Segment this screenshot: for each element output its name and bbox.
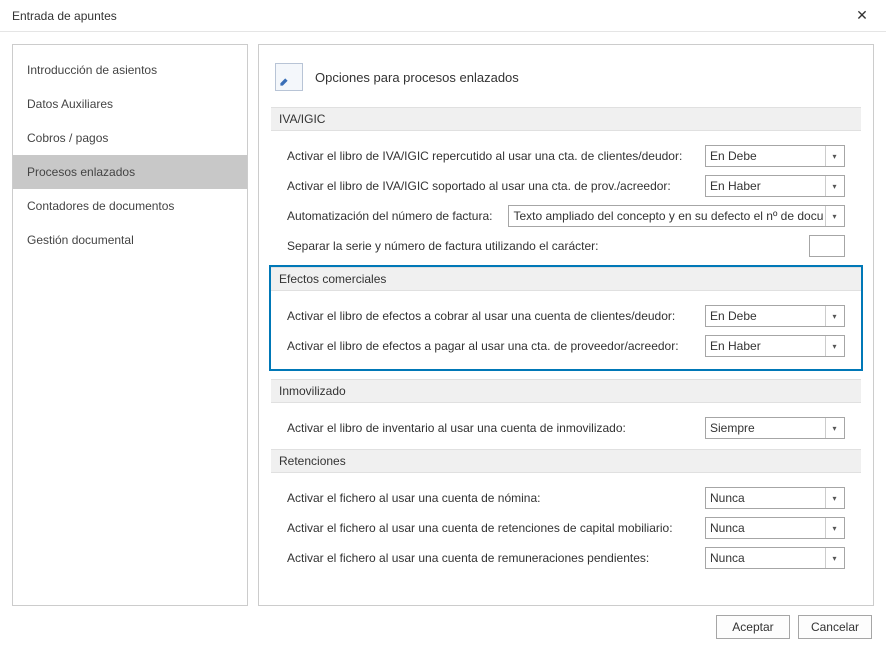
- close-icon: ✕: [856, 7, 868, 24]
- button-label: Aceptar: [732, 620, 773, 634]
- accept-button[interactable]: Aceptar: [716, 615, 790, 639]
- row-iva-auto: Automatización del número de factura: Te…: [275, 201, 857, 231]
- chevron-down-icon: ▾: [825, 176, 843, 196]
- label: Activar el libro de efectos a pagar al u…: [287, 339, 695, 353]
- combo-text: Nunca: [710, 521, 825, 535]
- sidebar-item-introduccion[interactable]: Introducción de asientos: [13, 53, 247, 87]
- section-retenciones: Retenciones Activar el fichero al usar u…: [275, 449, 857, 573]
- sidebar-item-label: Datos Auxiliares: [27, 97, 113, 111]
- combo-text: En Debe: [710, 149, 825, 163]
- page-title: Opciones para procesos enlazados: [315, 70, 519, 85]
- row-ret-capital: Activar el fichero al usar una cuenta de…: [275, 513, 857, 543]
- page-icon: [275, 63, 303, 91]
- label: Activar el fichero al usar una cuenta de…: [287, 491, 695, 505]
- combo-iva-auto[interactable]: Texto ampliado del concepto y en su defe…: [508, 205, 845, 227]
- combo-ret-nomina[interactable]: Nunca ▾: [705, 487, 845, 509]
- sidebar-item-cobros-pagos[interactable]: Cobros / pagos: [13, 121, 247, 155]
- combo-text: En Debe: [710, 309, 825, 323]
- sidebar-item-label: Contadores de documentos: [27, 199, 174, 213]
- section-iva: IVA/IGIC Activar el libro de IVA/IGIC re…: [275, 107, 857, 261]
- input[interactable]: [814, 238, 840, 254]
- combo-text: En Haber: [710, 339, 825, 353]
- sidebar-item-label: Introducción de asientos: [27, 63, 157, 77]
- section-header-efectos: Efectos comerciales: [271, 267, 861, 291]
- sidebar-item-label: Procesos enlazados: [27, 165, 135, 179]
- section-header-retenciones: Retenciones: [271, 449, 861, 473]
- chevron-down-icon: ▾: [825, 206, 843, 226]
- main-panel: Opciones para procesos enlazados IVA/IGI…: [258, 44, 874, 606]
- sidebar-item-contadores[interactable]: Contadores de documentos: [13, 189, 247, 223]
- combo-iva-soportado[interactable]: En Haber ▾: [705, 175, 845, 197]
- label: Activar el fichero al usar una cuenta de…: [287, 521, 695, 535]
- cancel-button[interactable]: Cancelar: [798, 615, 872, 639]
- button-label: Cancelar: [811, 620, 859, 634]
- sidebar-item-label: Cobros / pagos: [27, 131, 108, 145]
- row-iva-repercutido: Activar el libro de IVA/IGIC repercutido…: [275, 141, 857, 171]
- chevron-down-icon: ▾: [825, 488, 843, 508]
- label: Activar el libro de efectos a cobrar al …: [287, 309, 695, 323]
- combo-ret-capital[interactable]: Nunca ▾: [705, 517, 845, 539]
- combo-text: Siempre: [710, 421, 825, 435]
- close-button[interactable]: ✕: [846, 0, 878, 32]
- label: Activar el libro de IVA/IGIC repercutido…: [287, 149, 695, 163]
- section-header-inmovilizado: Inmovilizado: [271, 379, 861, 403]
- combo-text: Texto ampliado del concepto y en su defe…: [513, 209, 825, 223]
- chevron-down-icon: ▾: [825, 146, 843, 166]
- chevron-down-icon: ▾: [825, 306, 843, 326]
- label: Activar el fichero al usar una cuenta de…: [287, 551, 695, 565]
- combo-efectos-pagar[interactable]: En Haber ▾: [705, 335, 845, 357]
- input-separar-caracter[interactable]: [809, 235, 845, 257]
- row-inventario: Activar el libro de inventario al usar u…: [275, 413, 857, 443]
- sidebar-item-procesos-enlazados[interactable]: Procesos enlazados: [13, 155, 247, 189]
- combo-iva-repercutido[interactable]: En Debe ▾: [705, 145, 845, 167]
- sidebar-item-gestion-documental[interactable]: Gestión documental: [13, 223, 247, 257]
- page-header: Opciones para procesos enlazados: [275, 63, 857, 91]
- row-efectos-cobrar: Activar el libro de efectos a cobrar al …: [275, 301, 857, 331]
- sidebar: Introducción de asientos Datos Auxiliare…: [12, 44, 248, 606]
- row-iva-separar: Separar la serie y número de factura uti…: [275, 231, 857, 261]
- combo-text: En Haber: [710, 179, 825, 193]
- combo-inventario[interactable]: Siempre ▾: [705, 417, 845, 439]
- sidebar-item-label: Gestión documental: [27, 233, 134, 247]
- row-ret-remuneraciones: Activar el fichero al usar una cuenta de…: [275, 543, 857, 573]
- label: Activar el libro de inventario al usar u…: [287, 421, 695, 435]
- row-ret-nomina: Activar el fichero al usar una cuenta de…: [275, 483, 857, 513]
- chevron-down-icon: ▾: [825, 336, 843, 356]
- window-title: Entrada de apuntes: [8, 9, 846, 23]
- section-inmovilizado: Inmovilizado Activar el libro de inventa…: [275, 379, 857, 443]
- label: Activar el libro de IVA/IGIC soportado a…: [287, 179, 695, 193]
- row-efectos-pagar: Activar el libro de efectos a pagar al u…: [275, 331, 857, 361]
- combo-ret-remuneraciones[interactable]: Nunca ▾: [705, 547, 845, 569]
- combo-text: Nunca: [710, 551, 825, 565]
- titlebar: Entrada de apuntes ✕: [0, 0, 886, 32]
- chevron-down-icon: ▾: [825, 548, 843, 568]
- dialog-body: Introducción de asientos Datos Auxiliare…: [0, 32, 886, 606]
- section-efectos: Efectos comerciales Activar el libro de …: [269, 265, 863, 371]
- sidebar-item-datos-auxiliares[interactable]: Datos Auxiliares: [13, 87, 247, 121]
- chevron-down-icon: ▾: [825, 518, 843, 538]
- combo-text: Nunca: [710, 491, 825, 505]
- label: Separar la serie y número de factura uti…: [287, 239, 799, 253]
- dialog-footer: Aceptar Cancelar: [0, 606, 886, 648]
- row-iva-soportado: Activar el libro de IVA/IGIC soportado a…: [275, 171, 857, 201]
- chevron-down-icon: ▾: [825, 418, 843, 438]
- label: Automatización del número de factura:: [287, 209, 492, 223]
- section-header-iva: IVA/IGIC: [271, 107, 861, 131]
- combo-efectos-cobrar[interactable]: En Debe ▾: [705, 305, 845, 327]
